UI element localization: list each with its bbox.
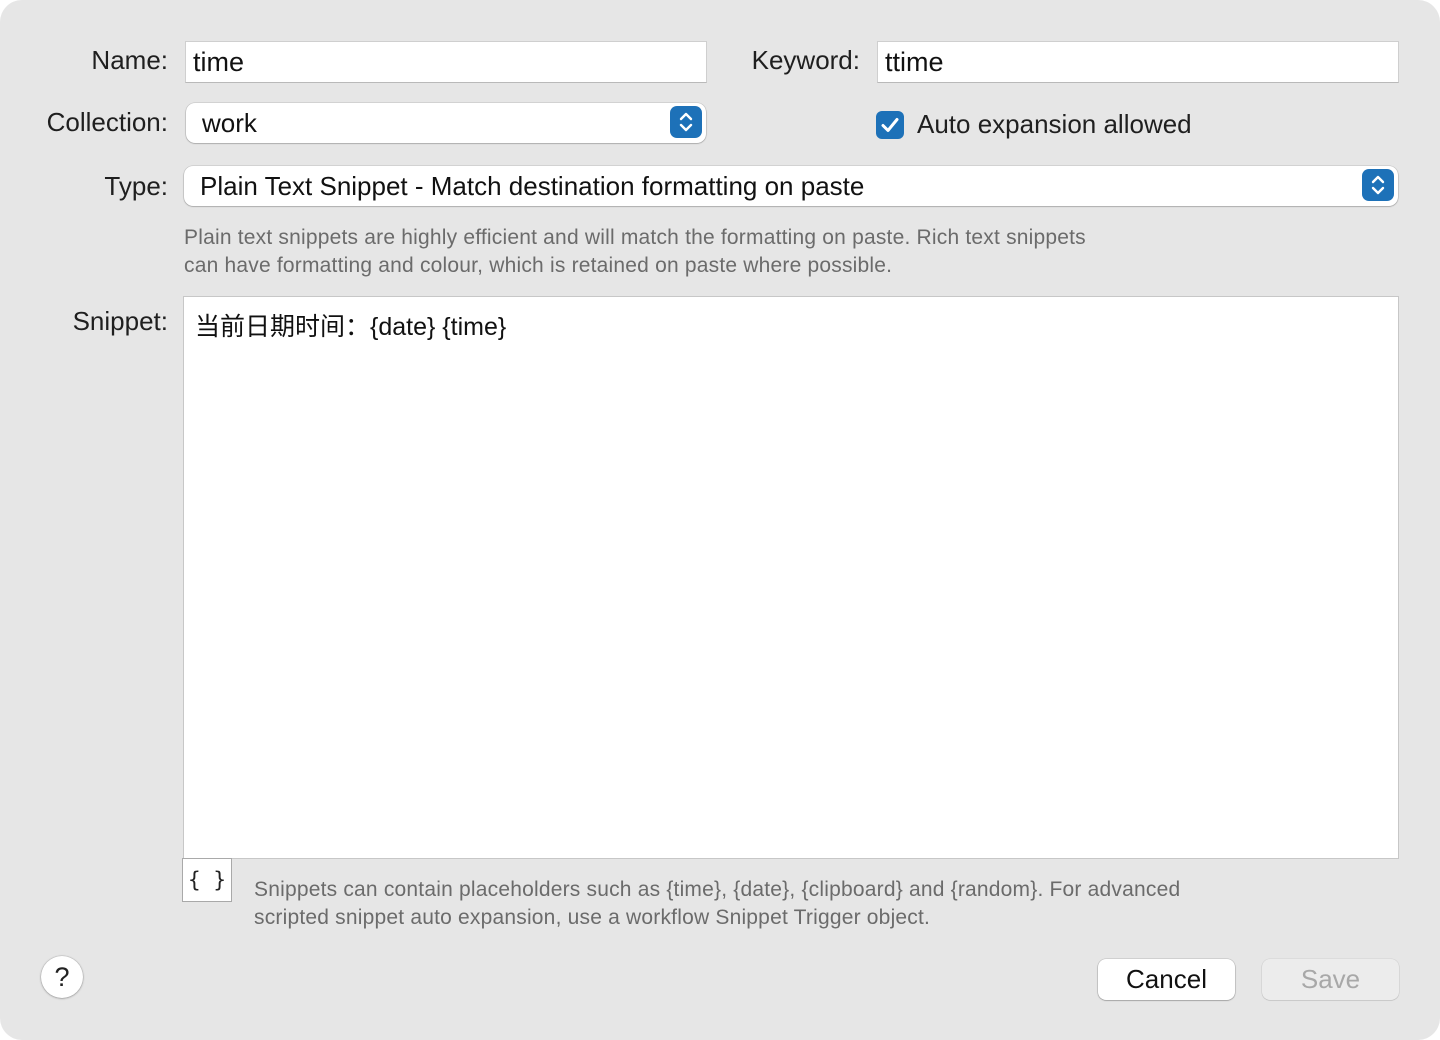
type-label: Type:: [104, 171, 168, 201]
chevron-up-down-icon: [670, 106, 702, 138]
type-popup[interactable]: Plain Text Snippet - Match destination f…: [184, 166, 1398, 206]
save-button[interactable]: Save: [1262, 959, 1399, 1000]
auto-expansion-label[interactable]: Auto expansion allowed: [917, 109, 1192, 140]
type-help-text: Plain text snippets are highly efficient…: [184, 224, 1086, 280]
cancel-button[interactable]: Cancel: [1098, 959, 1235, 1000]
type-help-line-1: Plain text snippets are highly efficient…: [184, 226, 1086, 249]
collection-popup-value: work: [202, 108, 257, 138]
type-popup-value: Plain Text Snippet - Match destination f…: [200, 171, 865, 201]
chevron-up-down-icon: [1362, 169, 1394, 201]
snippet-text-value: 当前日期时间：{date} {time}: [195, 313, 507, 341]
name-field[interactable]: time: [185, 41, 707, 83]
help-button[interactable]: ?: [41, 956, 83, 998]
snippet-help-line-1: Snippets can contain placeholders such a…: [254, 878, 1181, 901]
snippet-help-line-2: scripted snippet auto expansion, use a w…: [254, 906, 931, 929]
collection-popup[interactable]: work: [186, 103, 706, 143]
name-field-value: time: [193, 47, 245, 77]
keyword-field[interactable]: ttime: [877, 41, 1399, 83]
type-help-line-2: can have formatting and colour, which is…: [184, 254, 893, 277]
keyword-field-value: ttime: [885, 47, 944, 77]
checkmark-icon: [881, 118, 899, 132]
snippet-label: Snippet:: [72, 306, 168, 336]
snippet-help-text: Snippets can contain placeholders such a…: [254, 876, 1180, 932]
auto-expansion-checkbox[interactable]: [876, 111, 904, 139]
insert-placeholder-button[interactable]: { }: [182, 858, 232, 902]
snippet-editor-dialog: Name: time Keyword: ttime Collection: wo…: [0, 0, 1440, 1040]
snippet-text-area[interactable]: 当前日期时间：{date} {time}: [183, 296, 1399, 859]
name-label: Name:: [91, 45, 168, 75]
collection-label: Collection:: [46, 107, 168, 137]
keyword-label: Keyword:: [751, 45, 860, 75]
